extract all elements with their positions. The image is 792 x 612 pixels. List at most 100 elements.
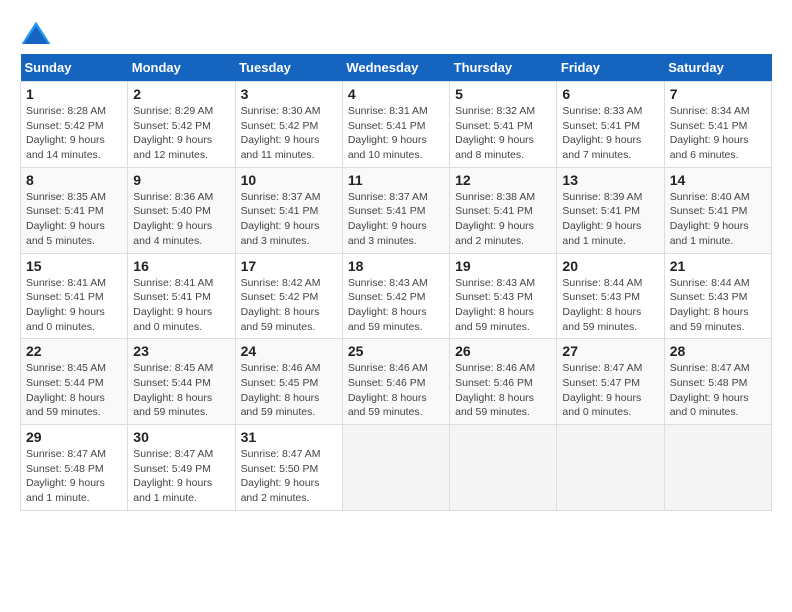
- day-number: 15: [26, 258, 122, 274]
- day-info: Sunrise: 8:43 AM Sunset: 5:43 PM Dayligh…: [455, 276, 551, 335]
- day-info: Sunrise: 8:47 AM Sunset: 5:50 PM Dayligh…: [241, 447, 337, 506]
- day-info: Sunrise: 8:45 AM Sunset: 5:44 PM Dayligh…: [133, 361, 229, 420]
- calendar-cell: 6 Sunrise: 8:33 AM Sunset: 5:41 PM Dayli…: [557, 82, 664, 168]
- calendar-cell: 22 Sunrise: 8:45 AM Sunset: 5:44 PM Dayl…: [21, 339, 128, 425]
- calendar-header-thursday: Thursday: [450, 54, 557, 82]
- day-info: Sunrise: 8:30 AM Sunset: 5:42 PM Dayligh…: [241, 104, 337, 163]
- day-info: Sunrise: 8:46 AM Sunset: 5:45 PM Dayligh…: [241, 361, 337, 420]
- day-number: 30: [133, 429, 229, 445]
- calendar-cell: 26 Sunrise: 8:46 AM Sunset: 5:46 PM Dayl…: [450, 339, 557, 425]
- day-info: Sunrise: 8:41 AM Sunset: 5:41 PM Dayligh…: [26, 276, 122, 335]
- day-info: Sunrise: 8:44 AM Sunset: 5:43 PM Dayligh…: [670, 276, 766, 335]
- day-number: 14: [670, 172, 766, 188]
- day-info: Sunrise: 8:47 AM Sunset: 5:48 PM Dayligh…: [26, 447, 122, 506]
- day-info: Sunrise: 8:46 AM Sunset: 5:46 PM Dayligh…: [455, 361, 551, 420]
- day-info: Sunrise: 8:34 AM Sunset: 5:41 PM Dayligh…: [670, 104, 766, 163]
- day-info: Sunrise: 8:46 AM Sunset: 5:46 PM Dayligh…: [348, 361, 444, 420]
- calendar-cell: 1 Sunrise: 8:28 AM Sunset: 5:42 PM Dayli…: [21, 82, 128, 168]
- day-number: 26: [455, 343, 551, 359]
- calendar-cell: 28 Sunrise: 8:47 AM Sunset: 5:48 PM Dayl…: [664, 339, 771, 425]
- calendar-cell: 17 Sunrise: 8:42 AM Sunset: 5:42 PM Dayl…: [235, 253, 342, 339]
- calendar-cell: 9 Sunrise: 8:36 AM Sunset: 5:40 PM Dayli…: [128, 167, 235, 253]
- calendar-cell: 25 Sunrise: 8:46 AM Sunset: 5:46 PM Dayl…: [342, 339, 449, 425]
- calendar-header-saturday: Saturday: [664, 54, 771, 82]
- day-number: 24: [241, 343, 337, 359]
- day-number: 3: [241, 86, 337, 102]
- day-info: Sunrise: 8:29 AM Sunset: 5:42 PM Dayligh…: [133, 104, 229, 163]
- calendar-header-monday: Monday: [128, 54, 235, 82]
- calendar-cell: 15 Sunrise: 8:41 AM Sunset: 5:41 PM Dayl…: [21, 253, 128, 339]
- day-number: 1: [26, 86, 122, 102]
- day-info: Sunrise: 8:31 AM Sunset: 5:41 PM Dayligh…: [348, 104, 444, 163]
- day-number: 22: [26, 343, 122, 359]
- calendar-cell: 3 Sunrise: 8:30 AM Sunset: 5:42 PM Dayli…: [235, 82, 342, 168]
- calendar-cell: [342, 425, 449, 511]
- day-number: 11: [348, 172, 444, 188]
- calendar-cell: [557, 425, 664, 511]
- day-number: 5: [455, 86, 551, 102]
- day-info: Sunrise: 8:47 AM Sunset: 5:49 PM Dayligh…: [133, 447, 229, 506]
- calendar-header-friday: Friday: [557, 54, 664, 82]
- day-number: 21: [670, 258, 766, 274]
- calendar-week-row: 22 Sunrise: 8:45 AM Sunset: 5:44 PM Dayl…: [21, 339, 772, 425]
- logo-icon: [20, 20, 52, 48]
- calendar-cell: 30 Sunrise: 8:47 AM Sunset: 5:49 PM Dayl…: [128, 425, 235, 511]
- logo: [20, 20, 56, 48]
- calendar-cell: 27 Sunrise: 8:47 AM Sunset: 5:47 PM Dayl…: [557, 339, 664, 425]
- day-info: Sunrise: 8:45 AM Sunset: 5:44 PM Dayligh…: [26, 361, 122, 420]
- calendar-cell: 16 Sunrise: 8:41 AM Sunset: 5:41 PM Dayl…: [128, 253, 235, 339]
- calendar-cell: 8 Sunrise: 8:35 AM Sunset: 5:41 PM Dayli…: [21, 167, 128, 253]
- calendar-table: SundayMondayTuesdayWednesdayThursdayFrid…: [20, 54, 772, 511]
- day-info: Sunrise: 8:37 AM Sunset: 5:41 PM Dayligh…: [348, 190, 444, 249]
- day-info: Sunrise: 8:39 AM Sunset: 5:41 PM Dayligh…: [562, 190, 658, 249]
- calendar-cell: 12 Sunrise: 8:38 AM Sunset: 5:41 PM Dayl…: [450, 167, 557, 253]
- calendar-cell: 21 Sunrise: 8:44 AM Sunset: 5:43 PM Dayl…: [664, 253, 771, 339]
- day-info: Sunrise: 8:35 AM Sunset: 5:41 PM Dayligh…: [26, 190, 122, 249]
- day-number: 13: [562, 172, 658, 188]
- calendar-week-row: 29 Sunrise: 8:47 AM Sunset: 5:48 PM Dayl…: [21, 425, 772, 511]
- day-info: Sunrise: 8:43 AM Sunset: 5:42 PM Dayligh…: [348, 276, 444, 335]
- day-info: Sunrise: 8:36 AM Sunset: 5:40 PM Dayligh…: [133, 190, 229, 249]
- day-info: Sunrise: 8:28 AM Sunset: 5:42 PM Dayligh…: [26, 104, 122, 163]
- day-number: 31: [241, 429, 337, 445]
- calendar-week-row: 8 Sunrise: 8:35 AM Sunset: 5:41 PM Dayli…: [21, 167, 772, 253]
- page-header: [20, 20, 772, 48]
- day-number: 12: [455, 172, 551, 188]
- day-info: Sunrise: 8:37 AM Sunset: 5:41 PM Dayligh…: [241, 190, 337, 249]
- calendar-week-row: 15 Sunrise: 8:41 AM Sunset: 5:41 PM Dayl…: [21, 253, 772, 339]
- day-info: Sunrise: 8:32 AM Sunset: 5:41 PM Dayligh…: [455, 104, 551, 163]
- calendar-cell: 10 Sunrise: 8:37 AM Sunset: 5:41 PM Dayl…: [235, 167, 342, 253]
- calendar-cell: 2 Sunrise: 8:29 AM Sunset: 5:42 PM Dayli…: [128, 82, 235, 168]
- calendar-cell: 31 Sunrise: 8:47 AM Sunset: 5:50 PM Dayl…: [235, 425, 342, 511]
- calendar-cell: 29 Sunrise: 8:47 AM Sunset: 5:48 PM Dayl…: [21, 425, 128, 511]
- calendar-header-tuesday: Tuesday: [235, 54, 342, 82]
- calendar-header-wednesday: Wednesday: [342, 54, 449, 82]
- day-info: Sunrise: 8:44 AM Sunset: 5:43 PM Dayligh…: [562, 276, 658, 335]
- day-number: 9: [133, 172, 229, 188]
- day-info: Sunrise: 8:40 AM Sunset: 5:41 PM Dayligh…: [670, 190, 766, 249]
- day-number: 17: [241, 258, 337, 274]
- day-number: 25: [348, 343, 444, 359]
- calendar-cell: 13 Sunrise: 8:39 AM Sunset: 5:41 PM Dayl…: [557, 167, 664, 253]
- calendar-cell: 4 Sunrise: 8:31 AM Sunset: 5:41 PM Dayli…: [342, 82, 449, 168]
- calendar-cell: [664, 425, 771, 511]
- day-number: 18: [348, 258, 444, 274]
- calendar-cell: 19 Sunrise: 8:43 AM Sunset: 5:43 PM Dayl…: [450, 253, 557, 339]
- day-number: 6: [562, 86, 658, 102]
- calendar-week-row: 1 Sunrise: 8:28 AM Sunset: 5:42 PM Dayli…: [21, 82, 772, 168]
- calendar-cell: 14 Sunrise: 8:40 AM Sunset: 5:41 PM Dayl…: [664, 167, 771, 253]
- day-info: Sunrise: 8:47 AM Sunset: 5:47 PM Dayligh…: [562, 361, 658, 420]
- day-info: Sunrise: 8:38 AM Sunset: 5:41 PM Dayligh…: [455, 190, 551, 249]
- day-number: 23: [133, 343, 229, 359]
- calendar-cell: 18 Sunrise: 8:43 AM Sunset: 5:42 PM Dayl…: [342, 253, 449, 339]
- day-number: 19: [455, 258, 551, 274]
- day-number: 7: [670, 86, 766, 102]
- calendar-cell: 24 Sunrise: 8:46 AM Sunset: 5:45 PM Dayl…: [235, 339, 342, 425]
- calendar-cell: 20 Sunrise: 8:44 AM Sunset: 5:43 PM Dayl…: [557, 253, 664, 339]
- day-number: 28: [670, 343, 766, 359]
- day-number: 8: [26, 172, 122, 188]
- day-number: 10: [241, 172, 337, 188]
- day-number: 29: [26, 429, 122, 445]
- day-info: Sunrise: 8:47 AM Sunset: 5:48 PM Dayligh…: [670, 361, 766, 420]
- day-number: 16: [133, 258, 229, 274]
